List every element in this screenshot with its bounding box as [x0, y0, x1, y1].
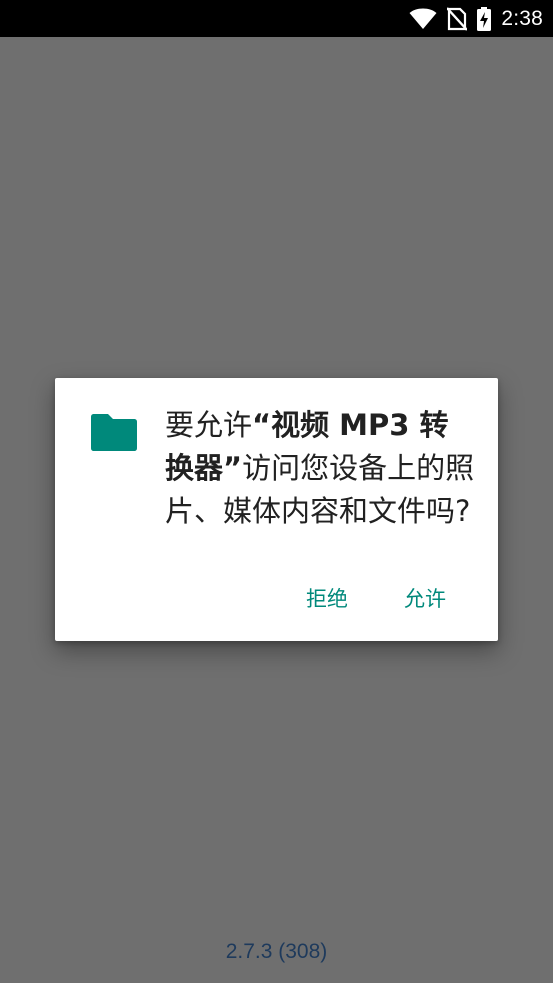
wifi-icon: [409, 8, 437, 30]
deny-button[interactable]: 拒绝: [306, 577, 348, 621]
status-time: 2:38: [501, 6, 543, 30]
status-bar: 2:38: [0, 0, 553, 37]
permission-message: 要允许“视频 MP3 转换器”访问您设备上的照片、媒体内容和文件吗?: [165, 404, 477, 533]
version-label: 2.7.3 (308): [225, 940, 328, 963]
folder-icon: [90, 412, 138, 452]
status-icons: 2:38: [409, 0, 543, 37]
dialog-actions: 拒绝 允许: [306, 577, 498, 621]
no-sim-icon: [447, 6, 468, 31]
message-prefix: 要允许: [165, 408, 253, 442]
battery-charging-icon: [477, 6, 492, 31]
permission-dialog: 要允许“视频 MP3 转换器”访问您设备上的照片、媒体内容和文件吗? 拒绝 允许: [55, 378, 498, 641]
allow-button[interactable]: 允许: [404, 577, 446, 621]
